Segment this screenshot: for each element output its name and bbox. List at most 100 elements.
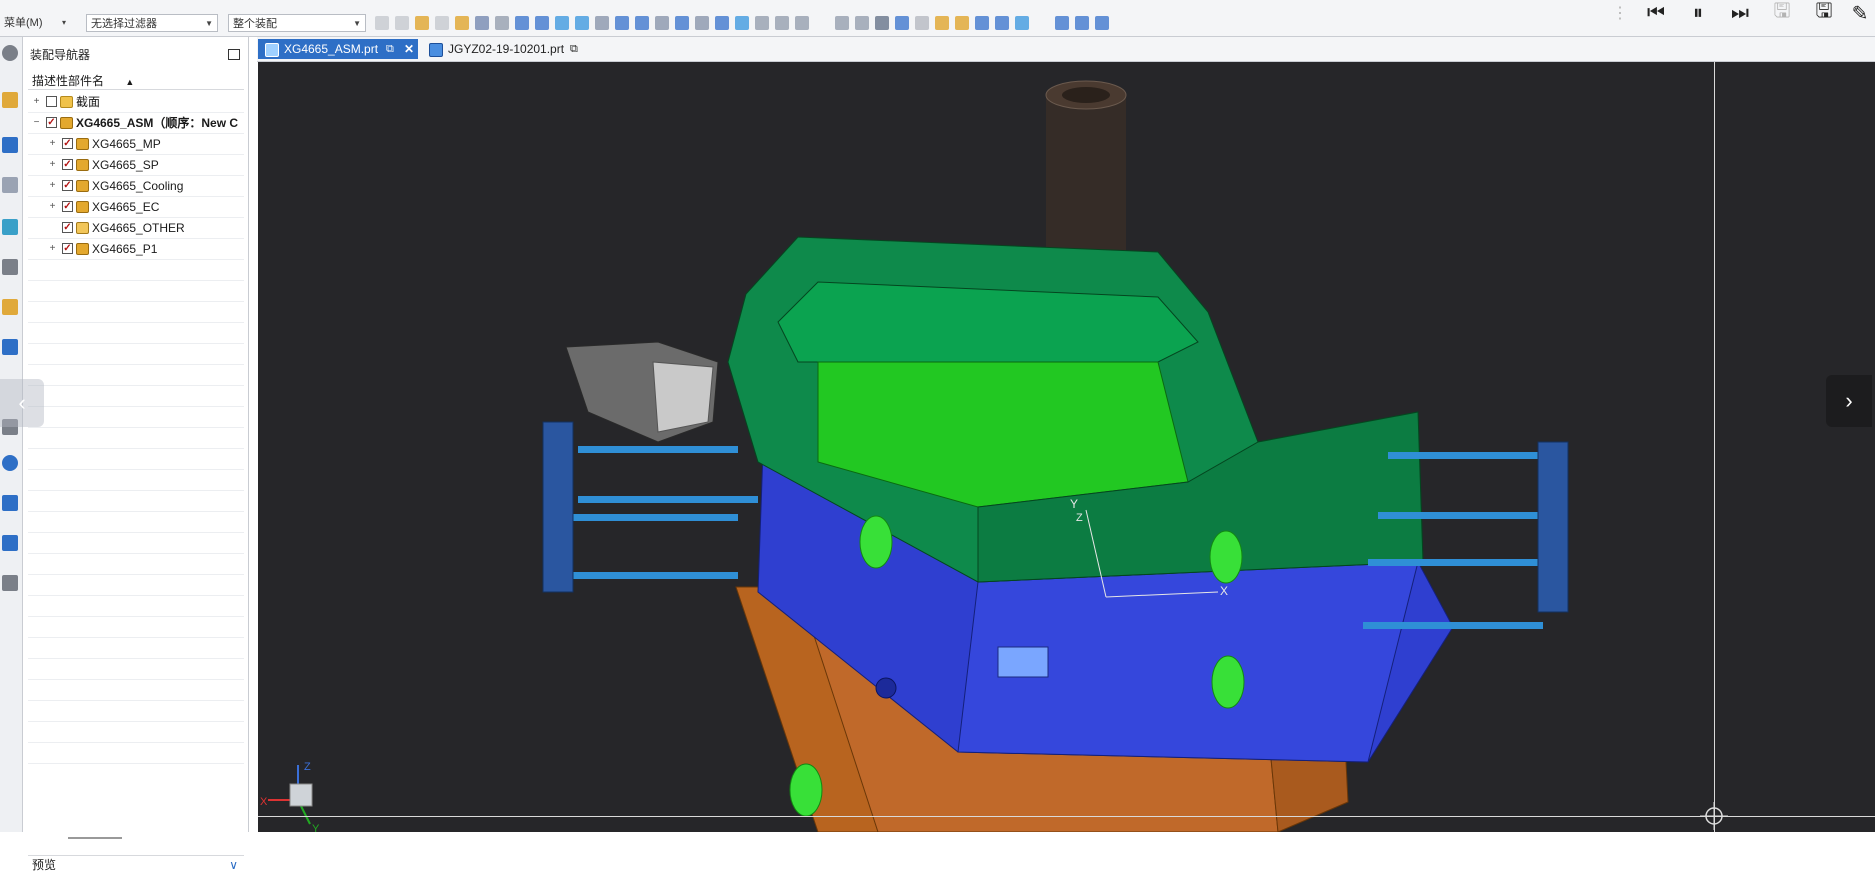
expand-icon[interactable]: + bbox=[48, 202, 57, 212]
assembly-navigator-icon[interactable] bbox=[2, 92, 18, 108]
lifting-eye bbox=[859, 515, 893, 569]
skip-forward-icon[interactable]: ⏭ bbox=[1719, 0, 1761, 26]
pause-icon[interactable]: ⏸ bbox=[1677, 0, 1719, 26]
column-header[interactable]: 描述性部件名 ▲ bbox=[28, 72, 244, 90]
expand-icon[interactable]: + bbox=[48, 244, 57, 254]
collapse-panel-button[interactable]: ‹ bbox=[0, 379, 44, 427]
close-icon[interactable]: ✕ bbox=[404, 39, 414, 59]
snap-end-icon[interactable] bbox=[395, 16, 409, 30]
expand-icon[interactable]: + bbox=[48, 139, 57, 149]
edit-icon[interactable]: ✎ bbox=[1845, 0, 1875, 26]
maximize-icon[interactable] bbox=[228, 49, 240, 60]
visibility-checkbox[interactable]: ✓ bbox=[62, 180, 73, 191]
pin-icon[interactable]: ⧉ bbox=[570, 39, 578, 59]
manufacturing-wizard-icon[interactable] bbox=[2, 535, 18, 551]
tab-jgyz02[interactable]: JGYZ02-19-10201.prt ⧉ bbox=[422, 39, 582, 59]
menu-icon[interactable]: ⋮ bbox=[1605, 0, 1635, 26]
reuse-library-icon[interactable] bbox=[2, 219, 18, 235]
arc-tool-icon[interactable] bbox=[595, 16, 609, 30]
save-as-icon[interactable]: 🖫 bbox=[1803, 0, 1845, 26]
tree-row[interactable]: + ✓ XG4665_P1 bbox=[28, 239, 244, 260]
tree-row[interactable]: ✓ XG4665_OTHER bbox=[28, 218, 244, 239]
skip-back-icon[interactable]: ⏮ bbox=[1635, 0, 1677, 26]
analyze-icon[interactable] bbox=[775, 16, 789, 30]
line-tool-icon[interactable] bbox=[555, 16, 569, 30]
visibility-checkbox[interactable] bbox=[46, 96, 57, 107]
render-icon[interactable] bbox=[975, 16, 989, 30]
snap-center-icon[interactable] bbox=[435, 16, 449, 30]
visibility-checkbox[interactable]: ✓ bbox=[62, 159, 73, 170]
snap-intersect-icon[interactable] bbox=[455, 16, 469, 30]
visibility-checkbox[interactable]: ✓ bbox=[46, 117, 57, 128]
curve-tool-icon[interactable] bbox=[635, 16, 649, 30]
camera-icon[interactable] bbox=[1055, 16, 1069, 30]
point-grid-icon[interactable] bbox=[535, 16, 549, 30]
mold-assembly-model[interactable]: X Y Z X Z Y bbox=[258, 62, 1875, 832]
line2-tool-icon[interactable] bbox=[575, 16, 589, 30]
wcs-x-label: X bbox=[1220, 584, 1228, 598]
brush-icon[interactable] bbox=[895, 16, 909, 30]
history-icon[interactable] bbox=[2, 299, 18, 315]
cube-icon[interactable] bbox=[995, 16, 1009, 30]
gear-icon[interactable] bbox=[2, 45, 18, 61]
light-icon[interactable] bbox=[1015, 16, 1029, 30]
tree-row[interactable]: − ✓ XG4665_ASM（顺序：New C bbox=[28, 113, 244, 134]
visibility-checkbox[interactable]: ✓ bbox=[62, 138, 73, 149]
measure-icon[interactable] bbox=[755, 16, 769, 30]
snap-mid-icon[interactable] bbox=[415, 16, 429, 30]
slash-tool-icon[interactable] bbox=[735, 16, 749, 30]
visibility-checkbox[interactable]: ✓ bbox=[62, 243, 73, 254]
plus-point-icon[interactable] bbox=[715, 16, 729, 30]
tree-row-label: XG4665_P1 bbox=[92, 242, 158, 256]
selection-scope-dropdown[interactable]: 整个装配 ▼ bbox=[228, 14, 366, 32]
expand-icon[interactable]: + bbox=[32, 97, 41, 107]
circle-tool-icon[interactable] bbox=[675, 16, 689, 30]
save-icon[interactable]: 🖫 bbox=[1761, 0, 1803, 26]
pin-icon[interactable]: ⧉ bbox=[386, 39, 394, 59]
expand-icon[interactable]: + bbox=[48, 181, 57, 191]
view-cube-icon[interactable] bbox=[515, 16, 529, 30]
collapse-icon[interactable]: − bbox=[32, 118, 41, 128]
color-icon[interactable] bbox=[955, 16, 969, 30]
roles-icon[interactable] bbox=[2, 575, 18, 591]
snap-face-icon[interactable] bbox=[475, 16, 489, 30]
constraint-navigator-icon[interactable] bbox=[2, 137, 18, 153]
clock-icon[interactable] bbox=[2, 455, 18, 471]
tree-row-empty bbox=[28, 554, 244, 575]
next-button[interactable]: › bbox=[1826, 375, 1872, 427]
horizontal-scrollbar[interactable] bbox=[68, 837, 122, 839]
snap-point-icon[interactable] bbox=[375, 16, 389, 30]
angle-tool-icon[interactable] bbox=[695, 16, 709, 30]
window-icon[interactable] bbox=[1075, 16, 1089, 30]
tree-row[interactable]: + ✓ XG4665_Cooling bbox=[28, 176, 244, 197]
tree-row[interactable]: + 截面 bbox=[28, 92, 244, 113]
filter-icon[interactable] bbox=[795, 16, 809, 30]
tree-row-label: XG4665_EC bbox=[92, 200, 160, 214]
tab-xg4665-asm[interactable]: XG4665_ASM.prt ⧉ ✕ bbox=[258, 39, 418, 59]
process-studio-icon[interactable] bbox=[2, 495, 18, 511]
display-icon[interactable] bbox=[1095, 16, 1109, 30]
tangent-tool-icon[interactable] bbox=[655, 16, 669, 30]
layout-icon[interactable] bbox=[855, 16, 869, 30]
web-browser-icon[interactable] bbox=[2, 339, 18, 355]
spline-tool-icon[interactable] bbox=[615, 16, 629, 30]
rotate-icon[interactable] bbox=[875, 16, 889, 30]
visibility-checkbox[interactable]: ✓ bbox=[62, 201, 73, 212]
triad-cube[interactable] bbox=[289, 783, 313, 807]
table-icon[interactable] bbox=[935, 16, 949, 30]
tree-row[interactable]: + ✓ XG4665_SP bbox=[28, 155, 244, 176]
preview-section[interactable]: 预览 ∨ bbox=[28, 855, 244, 872]
snap-edge-icon[interactable] bbox=[495, 16, 509, 30]
menu-button[interactable]: 菜单(M) ▾ bbox=[0, 14, 70, 32]
view-manager-icon[interactable] bbox=[2, 259, 18, 275]
part-navigator-icon[interactable] bbox=[2, 177, 18, 193]
graphics-window[interactable]: X Y Z X Z Y › bbox=[258, 62, 1875, 832]
tree-row[interactable]: + ✓ XG4665_EC bbox=[28, 197, 244, 218]
expand-icon[interactable]: + bbox=[48, 160, 57, 170]
grid-icon[interactable] bbox=[915, 16, 929, 30]
selection-filter-dropdown[interactable]: 无选择过滤器 ▼ bbox=[86, 14, 218, 32]
visibility-checkbox[interactable]: ✓ bbox=[62, 222, 73, 233]
tree-row[interactable]: + ✓ XG4665_MP bbox=[28, 134, 244, 155]
copy-view-icon[interactable] bbox=[835, 16, 849, 30]
tree-row-empty bbox=[28, 428, 244, 449]
